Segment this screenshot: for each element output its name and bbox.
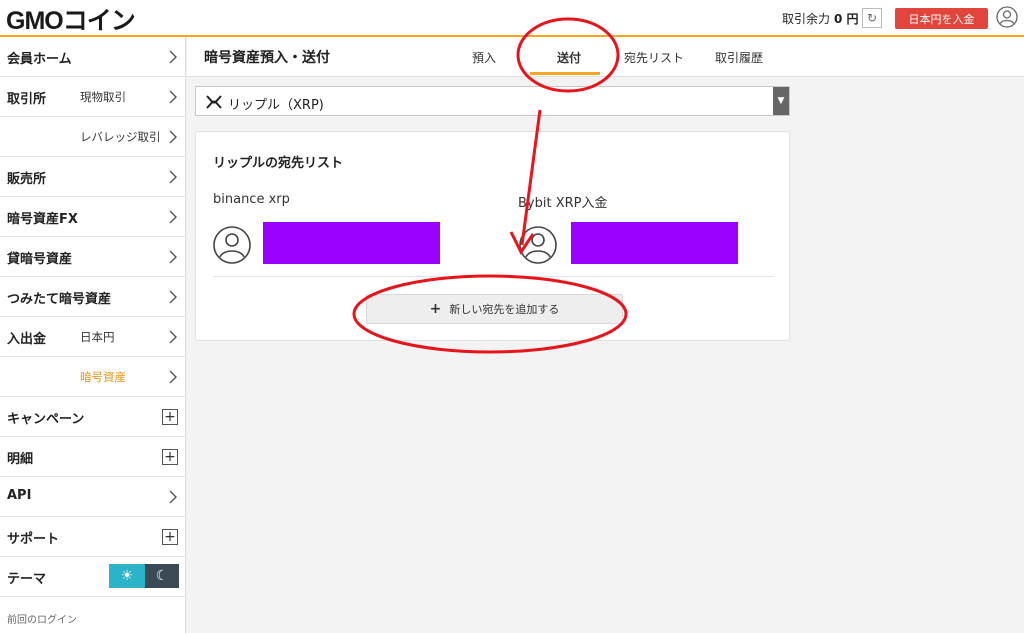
last-login-label: 前回のログイン	[7, 615, 77, 626]
sidebar-item[interactable]: 入出金 日本円	[0, 317, 186, 357]
currency-select[interactable]: リップル（XRP) ▼	[195, 86, 790, 116]
sidebar-subitem-label[interactable]: レバレッジ取引	[80, 129, 161, 145]
sidebar-item-label: 入出金	[7, 332, 47, 347]
balance-display: 取引余力 0 円	[782, 10, 859, 27]
plus-icon: +	[429, 301, 442, 317]
sidebar-item-label: 暗号資産FX	[7, 212, 78, 227]
sidebar-item[interactable]: 貸暗号資産	[0, 237, 186, 277]
divider	[213, 276, 774, 277]
tab-address-list[interactable]: 宛先リスト	[624, 49, 684, 66]
add-address-label: 新しい宛先を追加する	[449, 303, 560, 316]
address-list-card: リップルの宛先リスト binance xrp Bybit XRP入金 + 新しい…	[195, 131, 790, 341]
page-title: 暗号資産預入・送付	[204, 50, 330, 66]
currency-select-value: リップル（XRP)	[228, 98, 324, 113]
user-icon[interactable]	[996, 6, 1018, 28]
sidebar-item-label: テーマ	[7, 572, 47, 587]
sidebar-item[interactable]: 明細 +	[0, 437, 186, 477]
balance-label: 取引余力	[782, 12, 831, 26]
add-address-button[interactable]: + 新しい宛先を追加する	[366, 294, 623, 324]
chevron-down-icon[interactable]: ▼	[773, 87, 789, 115]
card-title: リップルの宛先リスト	[213, 156, 344, 171]
sidebar-item[interactable]: 会員ホーム	[0, 37, 186, 77]
sidebar-item-label: API	[7, 488, 32, 503]
sidebar-item-label: キャンペーン	[7, 412, 85, 427]
logo[interactable]: GMOコイン	[6, 6, 136, 35]
sidebar-item-label: 販売所	[7, 172, 47, 187]
sidebar-item-label: 取引所	[7, 92, 47, 107]
sidebar-item[interactable]: 暗号資産	[0, 357, 186, 397]
sun-icon[interactable]: ☀	[109, 564, 145, 588]
sidebar-item[interactable]: キャンペーン +	[0, 397, 186, 437]
chevron-right-icon	[169, 130, 177, 144]
sidebar-item[interactable]: レバレッジ取引	[0, 117, 186, 157]
sidebar-item-label: 貸暗号資産	[7, 252, 73, 267]
avatar-icon	[519, 226, 557, 264]
balance-value: 0 円	[834, 12, 859, 26]
plus-icon[interactable]: +	[162, 409, 178, 425]
refresh-icon[interactable]: ↻	[862, 8, 882, 28]
chevron-right-icon	[169, 330, 177, 344]
sidebar-item[interactable]: 取引所 現物取引	[0, 77, 186, 117]
sidebar-item[interactable]: API	[0, 477, 186, 517]
sidebar: 会員ホーム取引所 現物取引レバレッジ取引販売所暗号資産FX 貸暗号資産つみたて暗号資…	[0, 37, 186, 633]
avatar-icon	[213, 226, 251, 264]
sidebar-item[interactable]: サポート +	[0, 517, 186, 557]
chevron-right-icon	[169, 290, 177, 304]
page-header: 暗号資産預入・送付 預入 送付 宛先リスト 取引履歴	[187, 37, 1024, 77]
plus-icon[interactable]: +	[162, 529, 178, 545]
sidebar-subitem-label[interactable]: 暗号資産	[80, 369, 126, 385]
sidebar-item[interactable]: テーマ ☀ ☾	[0, 557, 186, 597]
chevron-right-icon	[169, 90, 177, 104]
sidebar-item[interactable]: つみたて暗号資産	[0, 277, 186, 317]
address-name-2[interactable]: Bybit XRP入金	[518, 192, 607, 211]
sidebar-item-label: 明細	[7, 452, 34, 467]
redacted-address-1	[263, 222, 440, 264]
chevron-right-icon	[169, 370, 177, 384]
redacted-address-2	[571, 222, 738, 264]
sidebar-item-label: サポート	[7, 532, 60, 547]
chevron-right-icon	[169, 210, 177, 224]
sidebar-subitem-label[interactable]: 現物取引	[80, 89, 126, 105]
chevron-right-icon	[169, 170, 177, 184]
tab-history[interactable]: 取引履歴	[715, 49, 763, 66]
plus-icon[interactable]: +	[162, 449, 178, 465]
active-tab-indicator	[530, 72, 600, 75]
sidebar-subitem-label[interactable]: 日本円	[80, 329, 115, 345]
tab-send[interactable]: 送付	[557, 49, 581, 66]
xrp-icon	[206, 95, 222, 109]
deposit-jpy-button[interactable]: 日本円を入金	[895, 8, 988, 29]
address-name-1[interactable]: binance xrp	[213, 192, 290, 207]
theme-toggle[interactable]: ☀ ☾	[109, 564, 179, 588]
sidebar-item[interactable]: 販売所	[0, 157, 186, 197]
moon-icon[interactable]: ☾	[145, 564, 179, 588]
chevron-right-icon	[169, 490, 177, 504]
sidebar-item-label: つみたて暗号資産	[7, 292, 112, 307]
chevron-right-icon	[169, 250, 177, 264]
sidebar-item[interactable]: 暗号資産FX	[0, 197, 186, 237]
tab-deposit[interactable]: 預入	[472, 49, 496, 66]
top-header: GMOコイン 取引余力 0 円 ↻ 日本円を入金	[0, 0, 1024, 37]
sidebar-item-label: 会員ホーム	[7, 52, 72, 67]
chevron-right-icon	[169, 50, 177, 64]
